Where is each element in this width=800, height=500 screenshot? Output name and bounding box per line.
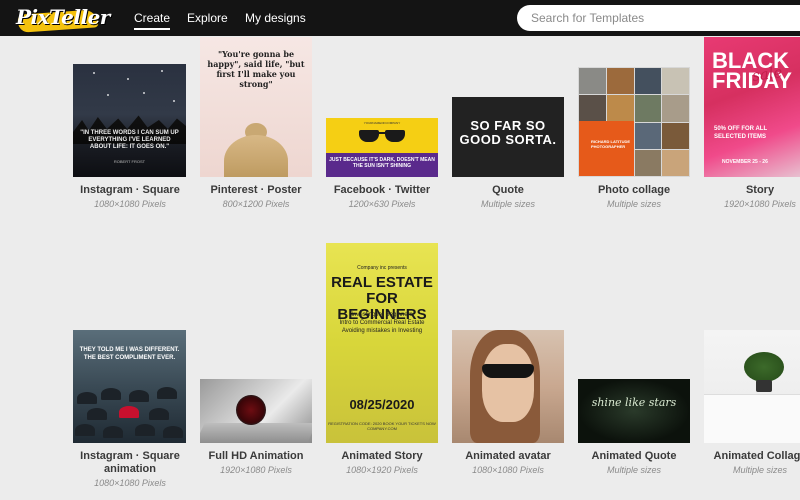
card-caption: Animated avatar 1080×1080 Pixels [438, 450, 578, 475]
search-input[interactable] [517, 5, 800, 31]
template-card-facebook-twitter[interactable]: YOURNAMEOFCOMPANY JUST BECAUSE IT'S DARK… [326, 118, 438, 177]
card-size: 1080×1920 Pixels [346, 465, 418, 475]
template-card-story[interactable]: BLACK FRIDAY sale 50% OFF FOR ALL SELECTE… [704, 37, 800, 177]
preview-offer: 50% OFF FOR ALL SELECTED ITEMS [714, 126, 768, 140]
card-size: 800×1200 Pixels [222, 199, 290, 209]
preview-name: RICHARD LATITUDE PHOTOGRAPHER [591, 139, 631, 149]
template-card-animated-story[interactable]: Company inc presents REAL ESTATE FOR BEG… [326, 243, 438, 443]
card-title[interactable]: Animated Collage [690, 450, 800, 463]
card-size: 1200×630 Pixels [348, 199, 416, 209]
preview-author: ROBERT FROST [113, 159, 146, 164]
card-caption: Instagram · Square animation 1080×1080 P… [60, 450, 200, 488]
preview-presenter: Company inc presents [357, 265, 407, 271]
sunglasses-icon [359, 130, 405, 144]
card-size: 1080×1080 Pixels [472, 465, 544, 475]
template-card-quote[interactable]: SO FAR SO GOOD SORTA. [452, 97, 564, 177]
card-size: 1080×1080 Pixels [94, 478, 166, 488]
card-caption: Facebook · Twitter 1200×630 Pixels [312, 184, 452, 209]
card-title[interactable]: Facebook · Twitter [312, 184, 452, 197]
top-bar: PixTeller Create Explore My designs [0, 0, 800, 36]
preview-footer: REGISTRATION CODE: 2020 BOOK YOUR TICKET… [328, 421, 436, 431]
shelf [704, 394, 800, 443]
preview-quote: "You're gonna be happy", said life, "but… [207, 49, 305, 89]
card-title[interactable]: Story [690, 184, 800, 197]
pixteller-logo[interactable]: PixTeller [10, 2, 110, 34]
bonsai-plant [744, 352, 784, 382]
sunglasses-icon [482, 364, 534, 378]
preview-quote: "IN THREE WORDS I CAN SUM UP EVERYTHING … [80, 130, 179, 150]
red-umbrella-icon [119, 406, 139, 418]
template-card-animated-avatar[interactable] [452, 330, 564, 443]
plant-pot [756, 380, 772, 392]
preview-date: 08/25/2020 [349, 397, 415, 412]
template-card-pinterest-poster[interactable]: "You're gonna be happy", said life, "but… [200, 37, 312, 177]
preview-topics: Investing for Beginners Intro to Commerc… [339, 312, 425, 334]
preview-quote: SO FAR SO GOOD SORTA. [459, 118, 557, 147]
card-size: Multiple sizes [480, 199, 536, 209]
card-title[interactable]: Full HD Animation [186, 450, 326, 463]
card-size: Multiple sizes [606, 465, 662, 475]
template-card-instagram-square[interactable]: "IN THREE WORDS I CAN SUM UP EVERYTHING … [73, 64, 186, 177]
card-title[interactable]: Animated Quote [564, 450, 704, 463]
card-title[interactable]: Photo collage [564, 184, 704, 197]
card-caption: Quote Multiple sizes [438, 184, 578, 209]
preview-company: YOURNAMEOFCOMPANY [363, 121, 401, 125]
card-caption: Animated Quote Multiple sizes [564, 450, 704, 475]
logo-text: PixTeller [16, 5, 110, 29]
card-title[interactable]: Instagram · Square animation [60, 450, 200, 476]
nav-my-designs[interactable]: My designs [245, 11, 306, 25]
template-card-animated-collage[interactable] [704, 330, 800, 443]
card-caption: Pinterest · Poster 800×1200 Pixels [186, 184, 326, 209]
card-caption: Story 1920×1080 Pixels [690, 184, 800, 209]
collage-title-block: RICHARD LATITUDE PHOTOGRAPHER [579, 121, 634, 176]
card-title[interactable]: Instagram · Square [60, 184, 200, 197]
preview-date: NOVEMBER 25 - 26 [722, 159, 768, 165]
card-title[interactable]: Animated avatar [438, 450, 578, 463]
laptop-keyboard [200, 423, 312, 443]
card-title[interactable]: Quote [438, 184, 578, 197]
template-card-animated-quote[interactable]: shine like stars [578, 379, 690, 443]
preview-quote: shine like stars [591, 396, 677, 409]
card-size: 1920×1080 Pixels [220, 465, 292, 475]
card-caption: Photo collage Multiple sizes [564, 184, 704, 209]
card-title[interactable]: Animated Story [312, 450, 452, 463]
card-size: 1080×1080 Pixels [94, 199, 166, 209]
card-size: Multiple sizes [606, 199, 662, 209]
card-caption: Full HD Animation 1920×1080 Pixels [186, 450, 326, 475]
card-caption: Animated Story 1080×1920 Pixels [312, 450, 452, 475]
card-title[interactable]: Pinterest · Poster [186, 184, 326, 197]
avatar-face [482, 344, 534, 422]
card-size: Multiple sizes [732, 465, 788, 475]
nav-explore[interactable]: Explore [187, 11, 228, 25]
template-card-full-hd-animation[interactable] [200, 379, 312, 443]
preview-quote: JUST BECAUSE IT'S DARK, DOESN'T MEAN THE… [329, 157, 435, 169]
preview-quote: THEY TOLD ME I WAS DIFFERENT. THE BEST C… [79, 347, 180, 361]
card-caption: Instagram · Square 1080×1080 Pixels [60, 184, 200, 209]
card-size: 1920×1080 Pixels [724, 199, 796, 209]
template-card-instagram-square-animation[interactable]: THEY TOLD ME I WAS DIFFERENT. THE BEST C… [73, 330, 186, 443]
card-caption: Animated Collage Multiple sizes [690, 450, 800, 475]
coffee-cup [236, 395, 266, 425]
head-image [224, 135, 288, 177]
template-card-photo-collage[interactable]: RICHARD LATITUDE PHOTOGRAPHER [578, 67, 690, 177]
preview-band: JUST BECAUSE IT'S DARK, DOESN'T MEAN THE… [326, 153, 438, 177]
nav-create[interactable]: Create [134, 11, 171, 30]
